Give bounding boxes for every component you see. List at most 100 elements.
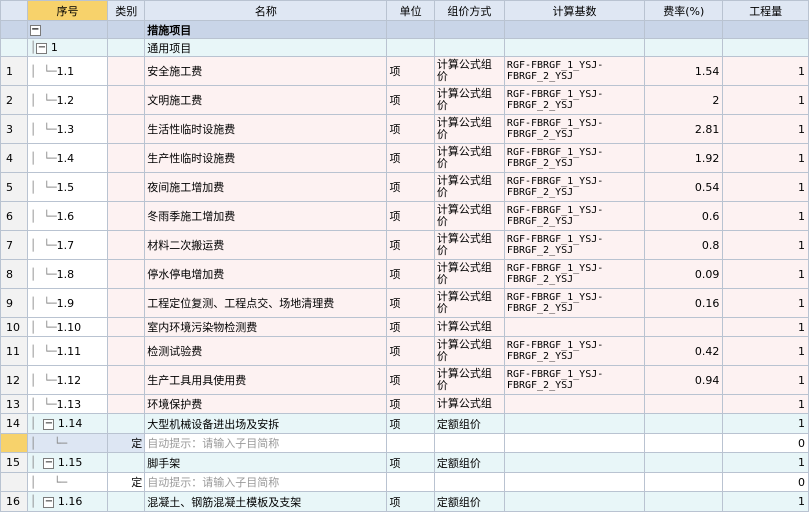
qty-cell[interactable]: 1 [722, 365, 809, 395]
method-cell[interactable]: 计算公式组价 [433, 172, 505, 202]
rate-cell[interactable]: 1.54 [644, 56, 724, 86]
type-cell[interactable] [107, 336, 146, 366]
type-cell[interactable] [107, 38, 146, 57]
method-cell[interactable]: 定额组价 [433, 413, 505, 434]
seq-cell[interactable]: │ └─ 1.3 [26, 114, 109, 144]
base-cell[interactable] [503, 452, 646, 473]
base-cell[interactable] [503, 491, 646, 512]
base-cell[interactable]: RGF-FBRGF_1_YSJ-FBRGF_2_YSJ [503, 85, 646, 115]
rate-cell[interactable]: 0.16 [644, 288, 724, 318]
method-cell[interactable]: 计算公式组价 [433, 85, 505, 115]
type-cell[interactable] [107, 85, 146, 115]
name-cell[interactable]: 措施项目 [144, 20, 388, 39]
name-cell[interactable]: 混凝土、钢筋混凝土模板及支架 [144, 491, 388, 512]
unit-cell[interactable] [386, 20, 435, 39]
name-cell[interactable]: 生产工具用具使用费 [144, 365, 388, 395]
base-cell[interactable] [503, 472, 646, 492]
table-row[interactable]: 12 │ └─ 1.12 生产工具用具使用费 项 计算公式组价 RGF-FBRGF_1_Y… [0, 365, 809, 395]
type-cell[interactable] [107, 20, 146, 39]
table-row[interactable]: 2 │ └─ 1.2 文明施工费 项 计算公式组价 RGF-FBRGF_1_YSJ-FBR… [0, 85, 809, 115]
name-cell[interactable]: 停水停电增加费 [144, 259, 388, 289]
name-cell[interactable]: 材料二次搬运费 [144, 230, 388, 260]
name-cell[interactable]: 自动提示：请输入子目简称 [144, 472, 388, 492]
unit-cell[interactable]: 项 [386, 201, 435, 231]
table-row[interactable]: 5 │ └─ 1.5 夜间施工增加费 项 计算公式组价 RGF-FBRGF_1_YSJ-F… [0, 172, 809, 202]
seq-cell[interactable]: │ └─ 1.12 [26, 365, 109, 395]
qty-cell[interactable]: 1 [722, 56, 809, 86]
base-cell[interactable] [503, 317, 646, 337]
base-cell[interactable] [503, 394, 646, 414]
rate-cell[interactable]: 0.6 [644, 201, 724, 231]
col-header-seq[interactable]: 序号 [26, 0, 109, 21]
seq-cell[interactable]: − [26, 20, 109, 39]
table-row[interactable]: 11 │ └─ 1.11 检测试验费 项 计算公式组价 RGF-FBRGF_1_YSJ-F… [0, 336, 809, 366]
rate-cell[interactable]: 0.42 [644, 336, 724, 366]
seq-cell[interactable]: │− 1 [26, 38, 109, 57]
unit-cell[interactable]: 项 [386, 413, 435, 434]
seq-cell[interactable]: │ └─ 1.5 [26, 172, 109, 202]
qty-cell[interactable]: 0 [722, 472, 809, 492]
name-cell[interactable]: 脚手架 [144, 452, 388, 473]
seq-cell[interactable]: │ └─ [26, 472, 109, 492]
seq-cell[interactable]: │ └─ 1.10 [26, 317, 109, 337]
subitem-row[interactable]: │ └─ 定自动提示：请输入子目简称 0 [0, 433, 809, 453]
unit-cell[interactable]: 项 [386, 143, 435, 173]
col-header-rate[interactable]: 费率(%) [644, 0, 724, 21]
rate-cell[interactable] [644, 413, 724, 434]
table-row[interactable]: 13 │ └─ 1.13 环境保护费 项 计算公式组 1 [0, 394, 809, 414]
seq-cell[interactable]: │ └─ 1.8 [26, 259, 109, 289]
qty-cell[interactable]: 1 [722, 143, 809, 173]
qty-cell[interactable]: 1 [722, 413, 809, 434]
seq-cell[interactable]: │ └─ 1.6 [26, 201, 109, 231]
method-cell[interactable]: 计算公式组价 [433, 259, 505, 289]
unit-cell[interactable]: 项 [386, 56, 435, 86]
method-cell[interactable]: 计算公式组价 [433, 56, 505, 86]
table-row[interactable]: 6 │ └─ 1.6 冬雨季施工增加费 项 计算公式组价 RGF-FBRGF_1_YSJ-… [0, 201, 809, 231]
method-cell[interactable]: 计算公式组价 [433, 365, 505, 395]
type-cell[interactable] [107, 143, 146, 173]
type-cell[interactable] [107, 230, 146, 260]
unit-cell[interactable]: 项 [386, 491, 435, 512]
method-cell[interactable]: 计算公式组价 [433, 114, 505, 144]
collapse-icon[interactable]: − [43, 496, 55, 508]
method-cell[interactable]: 计算公式组 [433, 317, 505, 337]
rate-cell[interactable]: 1.92 [644, 143, 724, 173]
rate-cell[interactable]: 2 [644, 85, 724, 115]
rate-cell[interactable] [644, 433, 724, 453]
type-cell[interactable] [107, 394, 146, 414]
col-header-method[interactable]: 组价方式 [433, 0, 505, 21]
rate-cell[interactable]: 0.94 [644, 365, 724, 395]
qty-cell[interactable]: 1 [722, 288, 809, 318]
rate-cell[interactable]: 2.81 [644, 114, 724, 144]
base-cell[interactable]: RGF-FBRGF_1_YSJ-FBRGF_2_YSJ [503, 288, 646, 318]
unit-cell[interactable]: 项 [386, 114, 435, 144]
name-cell[interactable]: 室内环境污染物检测费 [144, 317, 388, 337]
name-cell[interactable]: 冬雨季施工增加费 [144, 201, 388, 231]
type-cell[interactable] [107, 413, 146, 434]
qty-cell[interactable]: 1 [722, 85, 809, 115]
name-cell[interactable]: 生活性临时设施费 [144, 114, 388, 144]
subitem-row[interactable]: │ └─ 定自动提示：请输入子目简称 0 [0, 472, 809, 492]
rate-cell[interactable] [644, 491, 724, 512]
qty-cell[interactable]: 1 [722, 230, 809, 260]
method-cell[interactable]: 计算公式组价 [433, 336, 505, 366]
qty-cell[interactable] [722, 38, 809, 57]
collapse-icon[interactable]: − [36, 42, 48, 54]
col-header-type[interactable]: 类别 [107, 0, 146, 21]
name-cell[interactable]: 工程定位复测、工程点交、场地清理费 [144, 288, 388, 318]
rate-cell[interactable]: 0.8 [644, 230, 724, 260]
qty-cell[interactable]: 1 [722, 394, 809, 414]
table-row[interactable]: 7 │ └─ 1.7 材料二次搬运费 项 计算公式组价 RGF-FBRGF_1_YSJ-F… [0, 230, 809, 260]
name-cell[interactable]: 自动提示：请输入子目简称 [144, 433, 388, 453]
base-cell[interactable]: RGF-FBRGF_1_YSJ-FBRGF_2_YSJ [503, 114, 646, 144]
seq-cell[interactable]: │ − 1.16 [26, 491, 109, 512]
table-row[interactable]: 3 │ └─ 1.3 生活性临时设施费 项 计算公式组价 RGF-FBRGF_1_YSJ-… [0, 114, 809, 144]
seq-cell[interactable]: │ └─ 1.11 [26, 336, 109, 366]
unit-cell[interactable] [386, 472, 435, 492]
base-cell[interactable]: RGF-FBRGF_1_YSJ-FBRGF_2_YSJ [503, 56, 646, 86]
table-row[interactable]: 1 │ └─ 1.1 安全施工费 项 计算公式组价 RGF-FBRGF_1_YSJ-FBR… [0, 56, 809, 86]
rate-cell[interactable]: 0.09 [644, 259, 724, 289]
method-cell[interactable] [433, 20, 505, 39]
type-cell[interactable] [107, 491, 146, 512]
seq-cell[interactable]: │ − 1.15 [26, 452, 109, 473]
